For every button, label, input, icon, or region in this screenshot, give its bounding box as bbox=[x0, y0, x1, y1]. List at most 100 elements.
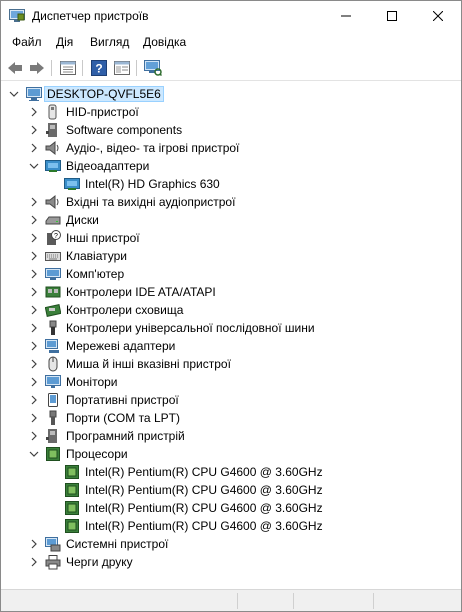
tree-node-monitors[interactable]: Монітори bbox=[1, 373, 461, 391]
back-button[interactable] bbox=[5, 58, 25, 78]
collapse-chevron-icon[interactable] bbox=[28, 160, 40, 172]
tree-node-label: Відеоадаптери bbox=[66, 159, 150, 173]
expand-chevron-icon[interactable] bbox=[28, 286, 40, 298]
minimize-icon bbox=[341, 15, 351, 17]
title-bar[interactable]: Диспетчер пристроїв bbox=[1, 1, 461, 31]
tree-node-audio-io[interactable]: Вхідні та вихідні аудіопристрої bbox=[1, 193, 461, 211]
back-icon bbox=[8, 62, 22, 74]
tree-leaf-cpu[interactable]: Intel(R) Pentium(R) CPU G4600 @ 3.60GHz bbox=[1, 517, 461, 535]
expand-chevron-icon[interactable] bbox=[28, 376, 40, 388]
help-icon: ? bbox=[91, 60, 107, 76]
tree-node-mice[interactable]: Миша й інші вказівні пристрої bbox=[1, 355, 461, 373]
tree-node-disk-drives[interactable]: Диски bbox=[1, 211, 461, 229]
mouse-icon bbox=[48, 356, 58, 372]
tree-node-ports[interactable]: Порти (COM та LPT) bbox=[1, 409, 461, 427]
computer-icon bbox=[45, 268, 61, 280]
expand-chevron-icon[interactable] bbox=[28, 250, 40, 262]
tree-node-label: Диски bbox=[66, 213, 99, 227]
svg-text:?: ? bbox=[54, 233, 58, 240]
tree-leaf-label: Intel(R) Pentium(R) CPU G4600 @ 3.60GHz bbox=[85, 501, 323, 515]
status-bar-pane bbox=[293, 593, 373, 609]
device-manager-window: Диспетчер пристроїв Файл Дія Вигляд Дові… bbox=[0, 0, 462, 612]
menu-help[interactable]: Довідка bbox=[143, 35, 186, 49]
help-button[interactable]: ? bbox=[89, 58, 109, 78]
window-title: Диспетчер пристроїв bbox=[32, 9, 149, 23]
scan-hardware-button[interactable] bbox=[143, 58, 163, 78]
tree-node-label: Аудіо-, відео- та ігрові пристрої bbox=[66, 141, 240, 155]
tree-leaf-cpu[interactable]: Intel(R) Pentium(R) CPU G4600 @ 3.60GHz bbox=[1, 463, 461, 481]
ide-controller-icon bbox=[45, 286, 61, 298]
software-component-icon bbox=[46, 123, 57, 137]
menu-action[interactable]: Дія bbox=[56, 35, 73, 49]
expand-chevron-icon[interactable] bbox=[28, 304, 40, 316]
collapse-chevron-icon[interactable] bbox=[28, 448, 40, 460]
properties-button[interactable] bbox=[58, 58, 78, 78]
keyboard-icon bbox=[45, 252, 61, 261]
tree-node-keyboards[interactable]: Клавіатури bbox=[1, 247, 461, 265]
hid-icon bbox=[48, 104, 57, 120]
expand-chevron-icon[interactable] bbox=[28, 556, 40, 568]
expand-chevron-icon[interactable] bbox=[28, 232, 40, 244]
tree-node-print-queues[interactable]: Черги друку bbox=[1, 553, 461, 571]
close-icon bbox=[433, 11, 443, 21]
expand-chevron-icon[interactable] bbox=[28, 124, 40, 136]
tree-node-portable-devices[interactable]: Портативні пристрої bbox=[1, 391, 461, 409]
expand-chevron-icon[interactable] bbox=[28, 358, 40, 370]
tree-node-other-devices[interactable]: ? Інші пристрої bbox=[1, 229, 461, 247]
view-icon bbox=[114, 61, 130, 75]
tree-node-label: Системні пристрої bbox=[66, 537, 169, 551]
tree-leaf-intel-hd-graphics[interactable]: Intel(R) HD Graphics 630 bbox=[1, 175, 461, 193]
tree-node-storage-controllers[interactable]: Контролери сховища bbox=[1, 301, 461, 319]
tree-node-audio-video-game[interactable]: Аудіо-, відео- та ігрові пристрої bbox=[1, 139, 461, 157]
forward-icon bbox=[30, 62, 44, 74]
tree-leaf-cpu[interactable]: Intel(R) Pentium(R) CPU G4600 @ 3.60GHz bbox=[1, 481, 461, 499]
tree-node-software-components[interactable]: Software components bbox=[1, 121, 461, 139]
storage-controller-icon bbox=[45, 304, 61, 317]
expand-chevron-icon[interactable] bbox=[28, 412, 40, 424]
maximize-button[interactable] bbox=[369, 1, 415, 31]
expand-chevron-icon[interactable] bbox=[28, 322, 40, 334]
minimize-button[interactable] bbox=[323, 1, 369, 31]
tree-node-network-adapters[interactable]: Мережеві адаптери bbox=[1, 337, 461, 355]
menu-file[interactable]: Файл bbox=[12, 35, 42, 49]
expand-chevron-icon[interactable] bbox=[28, 142, 40, 154]
processor-icon bbox=[46, 447, 60, 461]
tree-node-label: Програмний пристрій bbox=[66, 429, 185, 443]
tree-node-computer[interactable]: Комп'ютер bbox=[1, 265, 461, 283]
tree-node-ide-controllers[interactable]: Контролери IDE ATA/ATAPI bbox=[1, 283, 461, 301]
tree-node-display-adapters[interactable]: Відеоадаптери bbox=[1, 157, 461, 175]
tree-node-label: Контролери універсальної послідовної шин… bbox=[66, 321, 315, 335]
display-adapter-icon bbox=[45, 160, 61, 172]
expand-chevron-icon[interactable] bbox=[28, 538, 40, 550]
tree-node-label: Мережеві адаптери bbox=[66, 339, 176, 353]
tree-leaf-cpu[interactable]: Intel(R) Pentium(R) CPU G4600 @ 3.60GHz bbox=[1, 499, 461, 517]
expand-chevron-icon[interactable] bbox=[28, 196, 40, 208]
forward-button[interactable] bbox=[27, 58, 47, 78]
expand-chevron-icon[interactable] bbox=[28, 214, 40, 226]
tree-node-label: Контролери сховища bbox=[66, 303, 184, 317]
expand-chevron-icon[interactable] bbox=[28, 394, 40, 406]
tree-root[interactable]: DESKTOP-QVFL5E6 bbox=[1, 85, 461, 103]
expand-chevron-icon[interactable] bbox=[28, 106, 40, 118]
menu-view[interactable]: Вигляд bbox=[90, 35, 129, 49]
processor-icon bbox=[65, 465, 79, 479]
collapse-chevron-icon[interactable] bbox=[8, 88, 20, 100]
view-button[interactable] bbox=[112, 58, 132, 78]
tree-node-software-device[interactable]: Програмний пристрій bbox=[1, 427, 461, 445]
port-icon bbox=[49, 410, 57, 425]
tree-node-system-devices[interactable]: Системні пристрої bbox=[1, 535, 461, 553]
tree-node-hid[interactable]: HID-пристрої bbox=[1, 103, 461, 121]
tree-node-label: Миша й інші вказівні пристрої bbox=[66, 357, 231, 371]
expand-chevron-icon[interactable] bbox=[28, 268, 40, 280]
tree-node-label: Комп'ютер bbox=[66, 267, 125, 281]
tree-node-label: Контролери IDE ATA/ATAPI bbox=[66, 285, 216, 299]
close-button[interactable] bbox=[415, 1, 461, 31]
tree-node-label: Клавіатури bbox=[66, 249, 127, 263]
tree-node-processors[interactable]: Процесори bbox=[1, 445, 461, 463]
expand-chevron-icon[interactable] bbox=[28, 340, 40, 352]
properties-icon bbox=[60, 61, 76, 75]
tree-node-label: Портативні пристрої bbox=[66, 393, 179, 407]
tree-node-usb-controllers[interactable]: Контролери універсальної послідовної шин… bbox=[1, 319, 461, 337]
expand-chevron-icon[interactable] bbox=[28, 430, 40, 442]
portable-device-icon bbox=[48, 393, 58, 407]
